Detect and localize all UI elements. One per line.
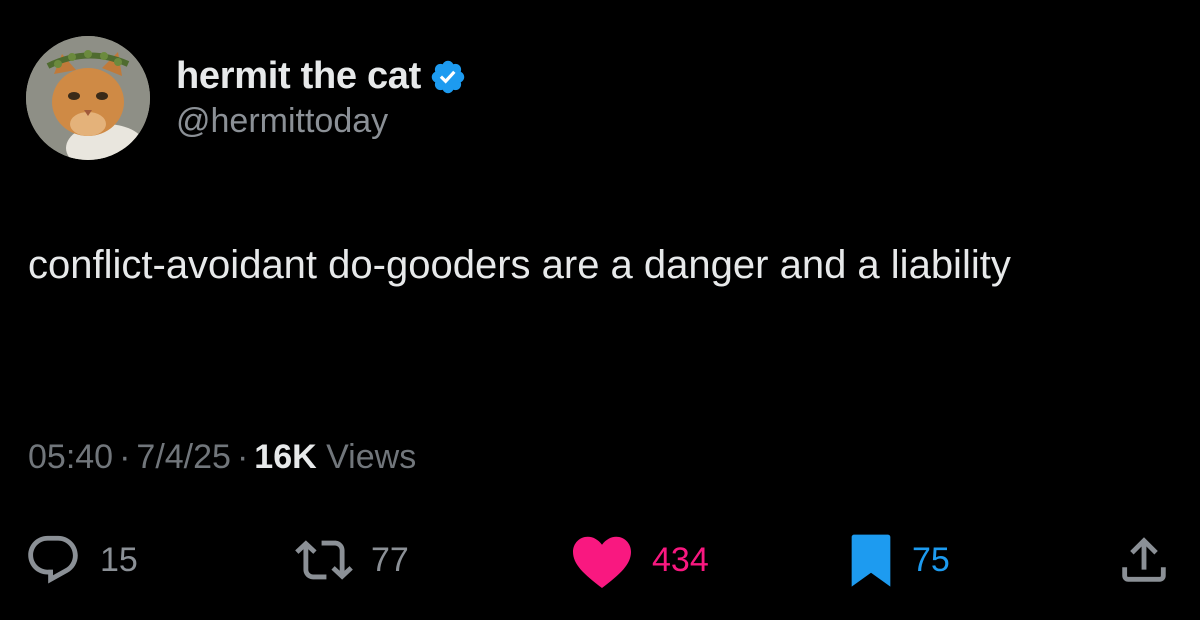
repost-count: 77 (371, 540, 409, 579)
views-label: Views (326, 438, 417, 476)
tweet-meta: 05:40 · 7/4/25 · 16K Views (28, 438, 416, 477)
repost-icon (295, 540, 353, 580)
display-name[interactable]: hermit the cat (176, 55, 421, 98)
tweet-header: hermit the cat @hermittoday (26, 36, 467, 160)
meta-separator: · (119, 438, 131, 476)
like-count: 434 (652, 540, 709, 579)
like-button[interactable]: 434 (570, 530, 709, 590)
tweet-date[interactable]: 7/4/25 (136, 438, 231, 476)
heart-icon (573, 536, 631, 588)
verified-badge-icon[interactable] (429, 58, 467, 96)
avatar[interactable] (26, 36, 150, 160)
author-names: hermit the cat @hermittoday (176, 55, 467, 141)
share-icon (1122, 537, 1166, 582)
reply-button[interactable]: 15 (24, 530, 138, 590)
bookmark-count: 75 (912, 540, 950, 579)
user-handle[interactable]: @hermittoday (176, 102, 467, 141)
meta-separator: · (236, 438, 249, 476)
reply-count: 15 (100, 540, 138, 579)
views-count[interactable]: 16K (254, 438, 316, 476)
reply-icon (28, 535, 78, 584)
bookmark-icon (851, 534, 891, 587)
display-name-row: hermit the cat (176, 55, 467, 98)
bookmark-button[interactable]: 75 (848, 530, 950, 590)
tweet-text: conflict-avoidant do-gooders are a dange… (28, 243, 1011, 287)
tweet-time[interactable]: 05:40 (28, 438, 113, 476)
repost-button[interactable]: 77 (295, 530, 409, 590)
action-bar: 15 77 434 75 (0, 530, 1200, 590)
cat-avatar-image (26, 36, 150, 160)
share-button[interactable] (1115, 530, 1173, 590)
